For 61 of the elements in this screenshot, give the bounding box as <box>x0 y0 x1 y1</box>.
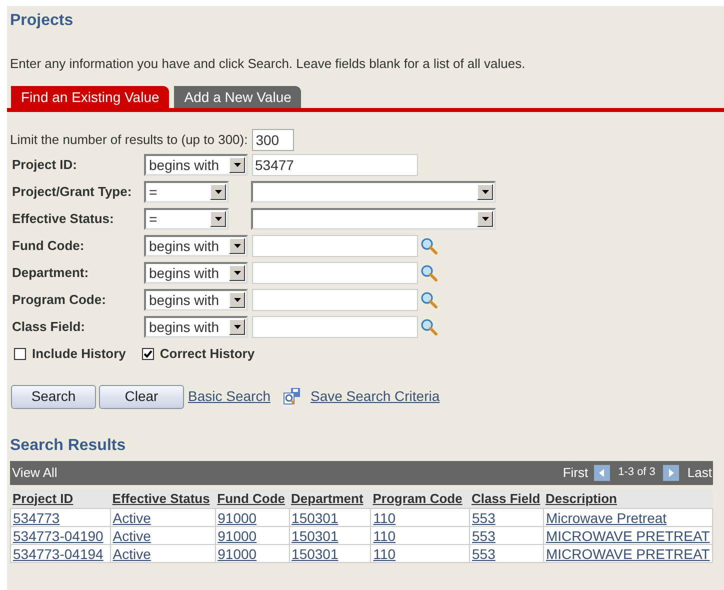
column-header[interactable]: Effective Status <box>110 488 216 508</box>
caret-icon <box>234 271 240 275</box>
search-icon[interactable] <box>420 264 438 282</box>
caret-icon <box>234 298 240 302</box>
field-label: Department: <box>12 264 90 282</box>
value-input[interactable] <box>252 262 418 284</box>
field-label: Fund Code: <box>12 237 86 256</box>
link[interactable]: Basic Search <box>188 386 270 407</box>
column-header[interactable]: Program Code <box>370 488 470 508</box>
operator-dropdown[interactable]: begins with <box>144 262 248 284</box>
caret-icon <box>482 217 488 221</box>
operator-dropdown[interactable]: begins with <box>144 154 248 176</box>
last-link[interactable]: Last <box>687 462 712 482</box>
tab[interactable]: Find an Existing Value <box>11 86 170 108</box>
checkbox-label: Include History <box>32 345 126 363</box>
field-label: Project ID: <box>12 156 78 174</box>
value-input[interactable] <box>252 289 418 311</box>
section-title: Search Results <box>10 436 127 456</box>
button[interactable]: Clear <box>99 384 184 408</box>
limit-label: Limit the number of results to (up to 300): <box>10 131 248 150</box>
first-link[interactable]: First <box>562 462 588 482</box>
instructions-text: Enter any information you have and click Search. Leave fields blank for a list of all values. <box>10 55 526 73</box>
save-search-icon[interactable] <box>283 388 302 406</box>
caret-icon <box>482 190 488 194</box>
caret-icon <box>214 190 222 194</box>
tab[interactable]: Add a New Value <box>174 86 302 108</box>
page-title: Projects <box>10 11 74 31</box>
limit-input[interactable]: 300 <box>252 129 294 151</box>
page-range: 1-3 of 3 <box>618 465 656 480</box>
search-icon[interactable] <box>420 291 438 309</box>
checkbox[interactable] <box>142 348 154 360</box>
caret-icon <box>234 163 240 167</box>
column-header[interactable]: Fund Code <box>215 488 290 508</box>
search-icon[interactable] <box>420 237 438 255</box>
view-all-link[interactable]: View All <box>12 462 58 482</box>
column-header[interactable]: Class Field <box>470 488 544 508</box>
operator-dropdown[interactable]: begins with <box>144 235 248 257</box>
operator-dropdown[interactable]: begins with <box>144 316 248 338</box>
caret-icon <box>234 244 240 248</box>
column-header[interactable]: Department <box>289 488 371 508</box>
value-input[interactable] <box>252 316 418 338</box>
column-header[interactable]: Project ID <box>10 488 110 508</box>
checkbox[interactable] <box>14 348 26 360</box>
column-header[interactable]: Description <box>543 488 712 508</box>
field-label: Project/Grant Type: <box>12 183 133 202</box>
value-input[interactable] <box>252 235 418 257</box>
checkbox-label: Correct History <box>160 345 255 363</box>
button[interactable]: Search <box>11 384 96 408</box>
link[interactable]: Save Search Criteria <box>310 386 440 407</box>
search-icon[interactable] <box>420 318 438 336</box>
value-dropdown[interactable] <box>251 208 496 230</box>
field-label: Effective Status: <box>12 210 115 228</box>
field-label: Program Code: <box>12 291 107 310</box>
operator-dropdown[interactable]: = <box>144 208 229 230</box>
operator-dropdown[interactable]: begins with <box>144 289 248 311</box>
operator-dropdown[interactable]: = <box>144 181 229 203</box>
value-input[interactable]: 53477 <box>252 154 418 176</box>
value-dropdown[interactable] <box>251 181 496 203</box>
caret-icon <box>234 325 240 329</box>
caret-icon <box>214 217 222 221</box>
field-label: Class Field: <box>12 318 86 336</box>
